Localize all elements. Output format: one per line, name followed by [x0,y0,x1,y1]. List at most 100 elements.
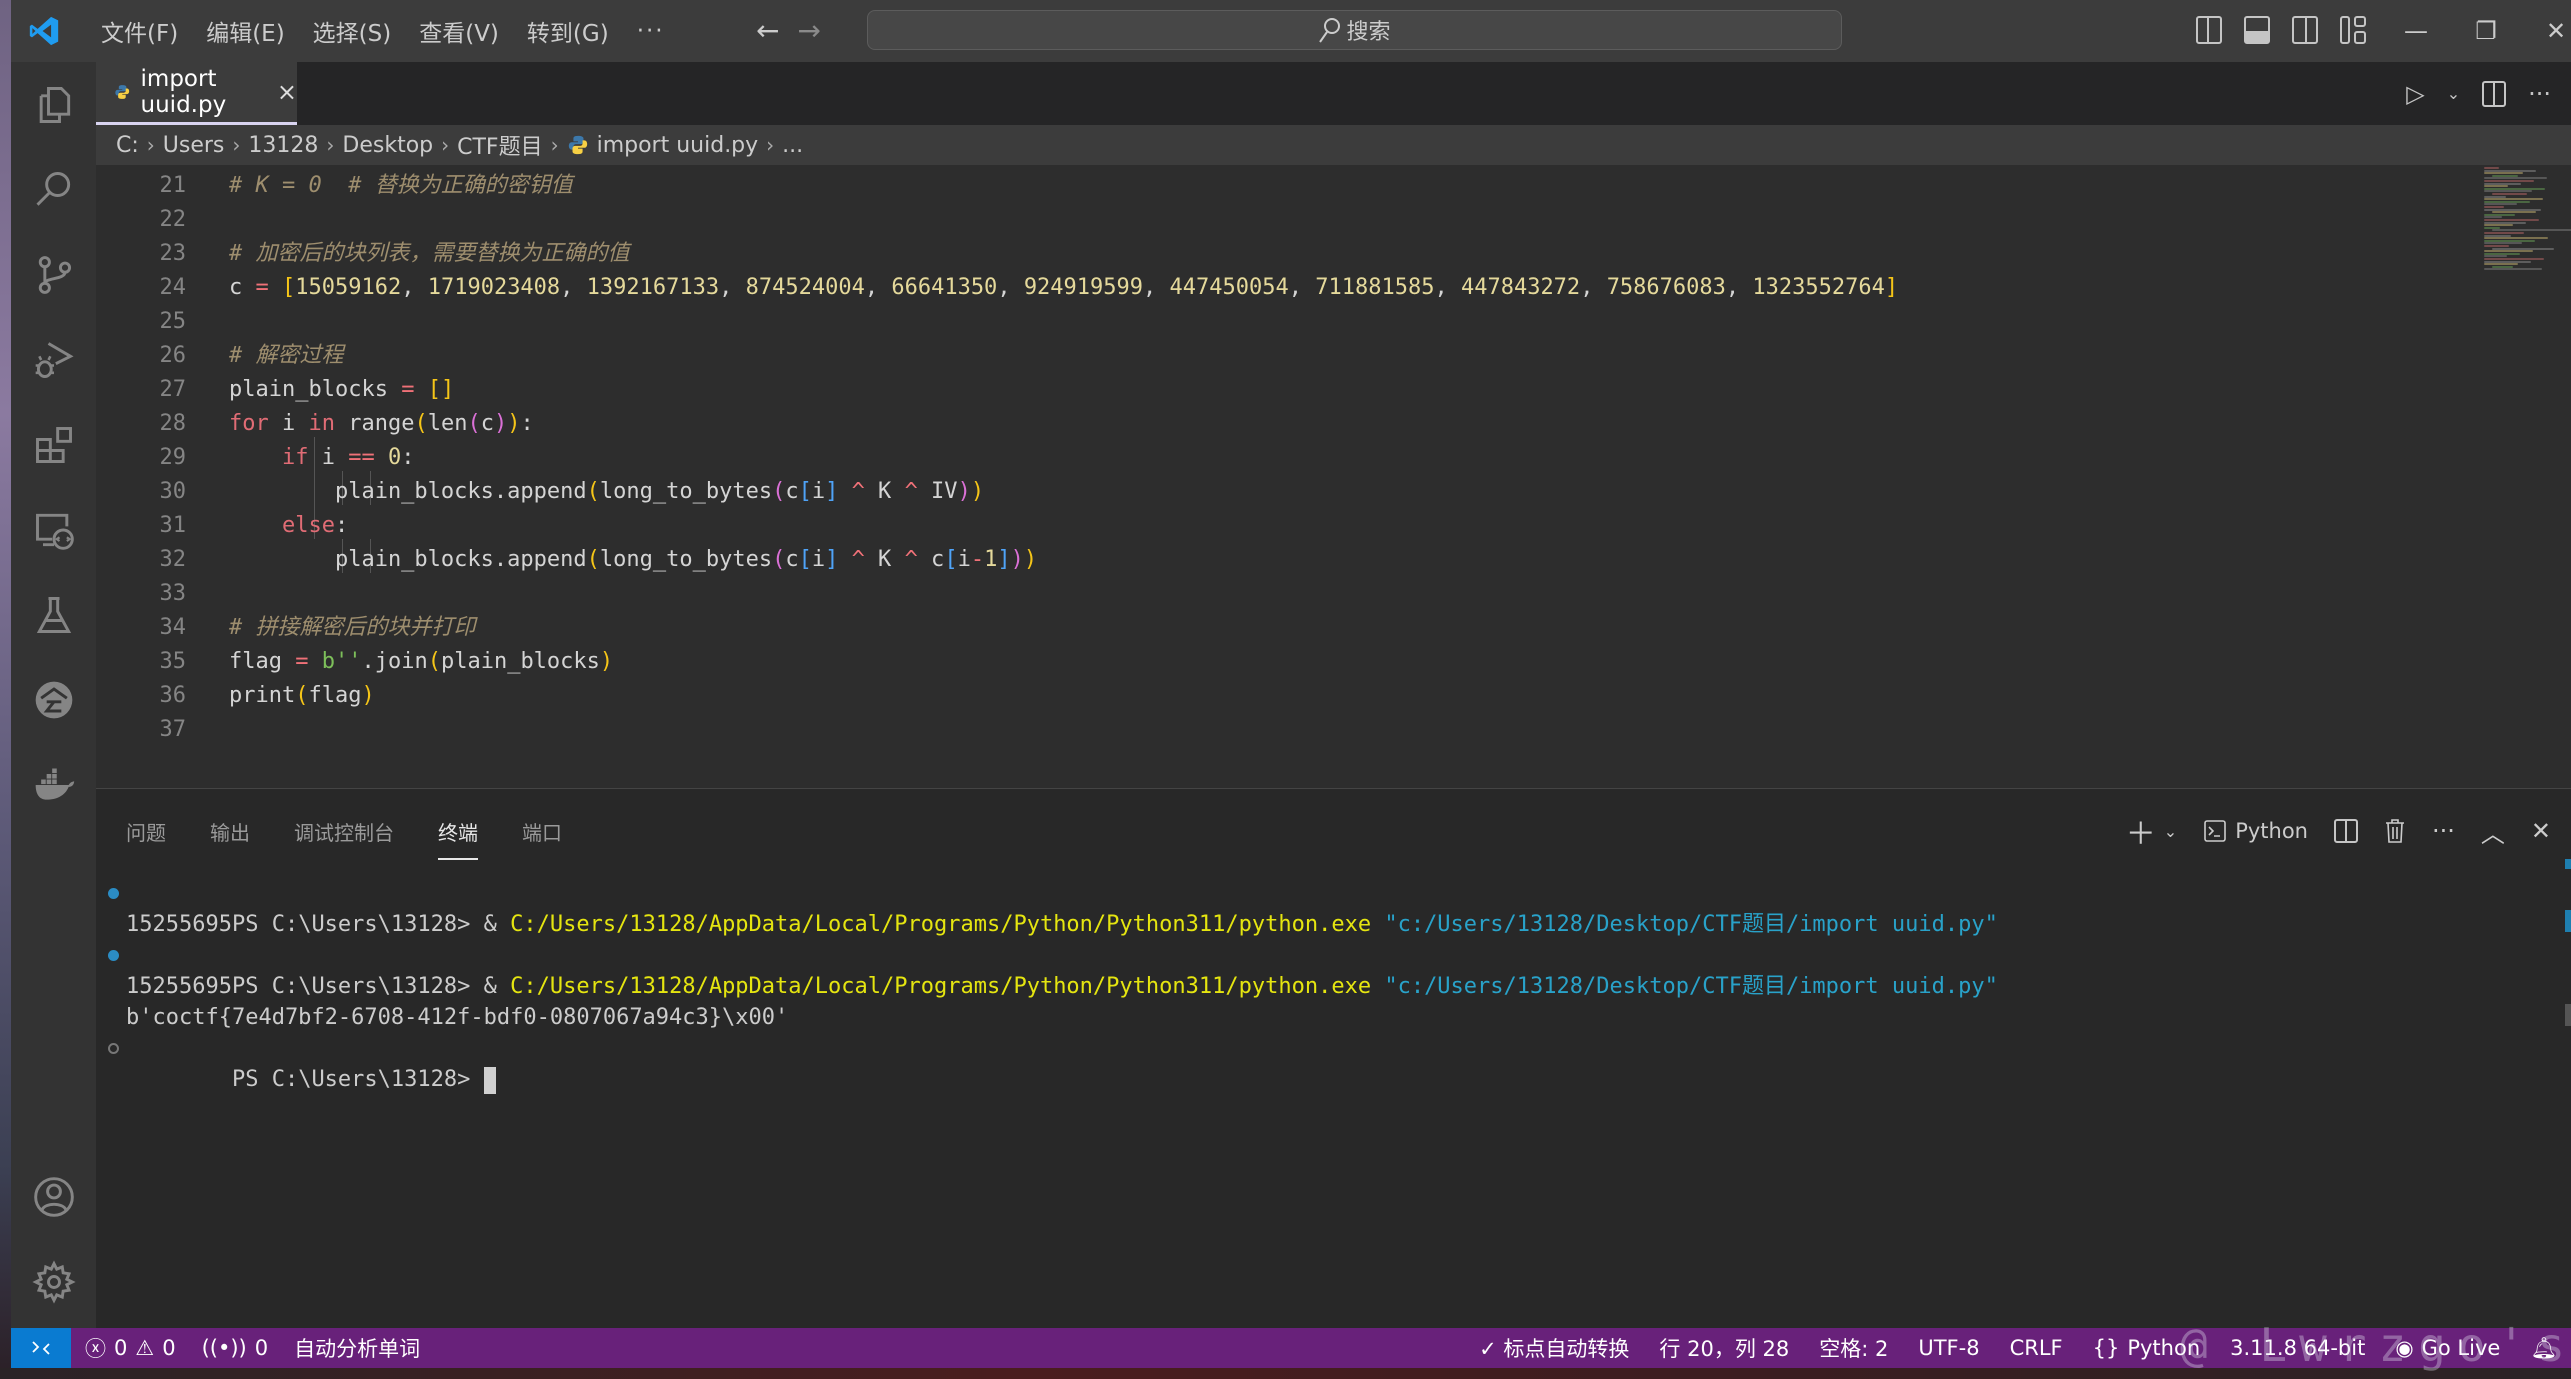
menu-selection[interactable]: 选择(S) [299,14,406,48]
minimap[interactable] [2484,165,2571,285]
toggle-panel-icon[interactable] [2244,16,2270,44]
search-icon[interactable] [11,155,96,225]
extension-custom-icon[interactable] [11,665,96,735]
menu-go[interactable]: 转到(G) [513,14,623,48]
code-line[interactable]: 32 plain_blocks.append(long_to_bytes(c[i… [96,543,2396,577]
status-bar: ⓧ 0 ⚠ 0 ((•)) 0 自动分析单词 ✓ 标点自动转换 行 20，列 28 空… [11,1328,2571,1368]
breadcrumb-item[interactable]: 13128 [248,133,318,158]
manage-gear-icon[interactable] [11,1247,96,1317]
code-line[interactable]: 25 [96,305,2396,339]
run-python-file-icon[interactable]: ▷ [2406,80,2424,108]
breadcrumb-item[interactable]: import uuid.py [597,133,759,158]
encoding[interactable]: UTF-8 [1918,1336,1979,1360]
minimap-line [2484,206,2504,208]
code-text: # 拼接解密后的块并打印 [229,615,476,640]
code-line[interactable]: 29 if i == 0: [96,441,2396,475]
customize-layout-icon[interactable] [2340,16,2366,44]
toggle-secondary-sidebar-icon[interactable] [2292,16,2318,44]
remote-explorer-icon[interactable] [11,495,96,565]
language-mode[interactable]: {} Python [2093,1336,2201,1360]
breadcrumb-item[interactable]: ... [782,133,803,158]
terminal-profile-python[interactable]: Python [2203,819,2308,843]
line-number: 27 [159,377,187,402]
command-success-decoration-icon[interactable] [108,888,119,899]
python-interpreter[interactable]: 3.11.8 64-bit [2230,1336,2365,1360]
code-line[interactable]: 23 # 加密后的块列表，需要替换为正确的值 [96,237,2396,271]
menu-edit[interactable]: 编辑(E) [192,14,298,48]
run-debug-icon[interactable] [11,325,96,395]
terminal-scrollbar-thumb[interactable] [2565,1004,2571,1026]
tab-close-icon[interactable]: × [277,78,297,106]
tab-output[interactable]: 输出 [210,817,250,846]
explorer-icon[interactable] [11,70,96,140]
code-line[interactable]: 31 else: [96,509,2396,543]
tab-debug-console[interactable]: 调试控制台 [294,817,394,846]
code-line[interactable]: 37 [96,713,2396,747]
punctuation-auto-convert[interactable]: ✓ 标点自动转换 [1479,1333,1629,1363]
code-editor[interactable]: 21 # K = 0 # 替换为正确的密钥值 22 23 # 加密后的块列表，需要替换为… [96,165,2571,788]
maximize-panel-chevron-up-icon[interactable]: ︿ [2481,814,2505,849]
code-line[interactable]: 36 print(flag) [96,679,2396,713]
code-line[interactable]: 22 [96,203,2396,237]
breadcrumb-item[interactable]: Users [163,133,225,158]
split-terminal-icon[interactable] [2334,819,2358,843]
go-live-button[interactable]: ◉ Go Live [2395,1336,2500,1360]
auto-analyze-words[interactable]: 自动分析单词 [294,1333,420,1363]
split-editor-icon[interactable] [2482,80,2507,107]
vscode-window: 文件(F) 编辑(E) 选择(S) 查看(V) 转到(G) ··· ← → 搜索 [11,0,2571,1368]
restore-icon[interactable]: ❐ [2451,17,2521,45]
notifications-bell-icon[interactable]: 🔔︎ [2530,1336,2557,1361]
line-number: 33 [159,581,187,606]
panel-more-actions-icon[interactable]: ··· [2432,817,2455,845]
more-actions-icon[interactable]: ··· [2528,80,2551,108]
menu-view[interactable]: 查看(V) [405,14,513,48]
code-text: for i in range(len(c)): [229,411,534,436]
code-line[interactable]: 30 plain_blocks.append(long_to_bytes(c[i… [96,475,2396,509]
close-panel-icon[interactable]: ✕ [2531,817,2551,845]
command-center-search[interactable]: 搜索 [867,10,1842,50]
code-line[interactable]: 28 for i in range(len(c)): [96,407,2396,441]
command-success-decoration-icon[interactable] [108,950,119,961]
menu-file[interactable]: 文件(F) [87,14,192,48]
cursor-position[interactable]: 行 20，列 28 [1659,1333,1789,1363]
tab-ports[interactable]: 端口 [522,817,562,846]
breadcrumb-item[interactable]: C: [116,133,139,158]
remote-indicator[interactable] [11,1328,71,1368]
braces-icon: {} [2092,1336,2120,1360]
problems-indicator[interactable]: ⓧ 0 ⚠ 0 [85,1333,176,1363]
source-control-icon[interactable] [11,240,96,310]
kill-terminal-trash-icon[interactable] [2384,818,2406,844]
minimize-icon[interactable]: — [2381,17,2451,45]
code-text: plain_blocks = [] [229,377,455,402]
code-line[interactable]: 27 plain_blocks = [] [96,373,2396,407]
minimap-line [2484,185,2508,188]
code-line[interactable]: 26 # 解密过程 [96,339,2396,373]
docker-icon[interactable] [11,750,96,820]
toggle-primary-sidebar-icon[interactable] [2196,16,2222,44]
end-of-line[interactable]: CRLF [2010,1336,2063,1360]
code-line[interactable]: 21 # K = 0 # 替换为正确的密钥值 [96,169,2396,203]
tab-terminal[interactable]: 终端 [438,817,478,860]
breadcrumb-item[interactable]: CTF题目 [457,129,542,161]
accounts-icon[interactable] [11,1162,96,1232]
new-terminal-plus-icon[interactable]: ＋ [2126,809,2156,853]
code-line[interactable]: 24 c = [15059162, 1719023408, 1392167133,… [96,271,2396,305]
forward-arrow-icon[interactable]: → [797,14,820,48]
testing-icon[interactable] [11,580,96,650]
tab-import-uuid-py[interactable]: import uuid.py × [96,62,297,125]
ports-indicator[interactable]: ((•)) 0 [202,1336,269,1360]
tab-problems[interactable]: 问题 [126,817,166,846]
terminal-dropdown-chevron-icon[interactable]: ⌄ [2164,822,2177,841]
extensions-icon[interactable] [11,410,96,480]
menu-more[interactable]: ··· [623,18,679,44]
code-line[interactable]: 35 flag = b''.join(plain_blocks) [96,645,2396,679]
code-line[interactable]: 34 # 拼接解密后的块并打印 [96,611,2396,645]
minimap-line [2492,193,2527,195]
close-icon[interactable]: ✕ [2521,17,2571,45]
indentation[interactable]: 空格: 2 [1819,1333,1888,1363]
code-line[interactable]: 33 [96,577,2396,611]
terminal-icon [2204,820,2227,842]
back-arrow-icon[interactable]: ← [756,14,779,48]
breadcrumb-item[interactable]: Desktop [342,133,433,158]
run-dropdown-chevron-icon[interactable]: ⌄ [2447,84,2460,103]
